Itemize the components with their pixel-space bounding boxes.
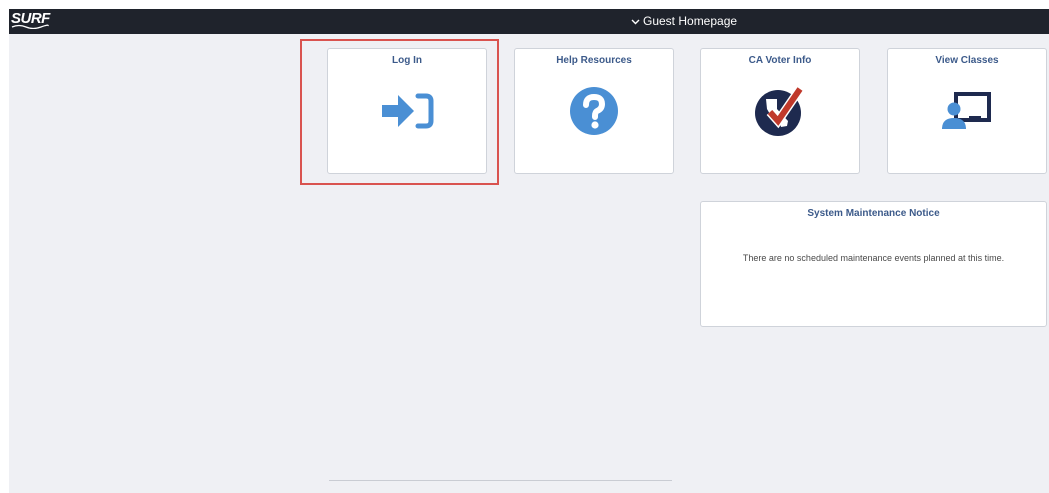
presentation-user-icon [940, 86, 994, 136]
content-divider [329, 480, 672, 481]
notice-title: System Maintenance Notice [807, 208, 940, 219]
top-banner: SURF Guest Homepage [9, 9, 1049, 34]
california-check-icon [753, 86, 807, 136]
chevron-down-icon [631, 19, 640, 24]
question-circle-icon [567, 86, 621, 136]
homepage-title: Guest Homepage [643, 14, 738, 28]
tile-title: Help Resources [556, 55, 632, 66]
surf-logo[interactable]: SURF [11, 11, 50, 31]
homepage-selector[interactable]: Guest Homepage [631, 9, 737, 34]
logo-text: SURF [11, 10, 50, 27]
tile-ca-voter-info[interactable]: CA Voter Info [700, 48, 860, 174]
tile-title: View Classes [935, 55, 999, 66]
tile-title: Log In [392, 55, 422, 66]
maintenance-notice-tile[interactable]: System Maintenance Notice There are no s… [700, 201, 1047, 327]
tile-view-classes[interactable]: View Classes [887, 48, 1047, 174]
notice-text: There are no scheduled maintenance event… [742, 253, 1005, 263]
tile-help-resources[interactable]: Help Resources [514, 48, 674, 174]
tile-log-in[interactable]: Log In [327, 48, 487, 174]
sign-in-icon [380, 86, 434, 136]
tile-title: CA Voter Info [748, 55, 812, 66]
